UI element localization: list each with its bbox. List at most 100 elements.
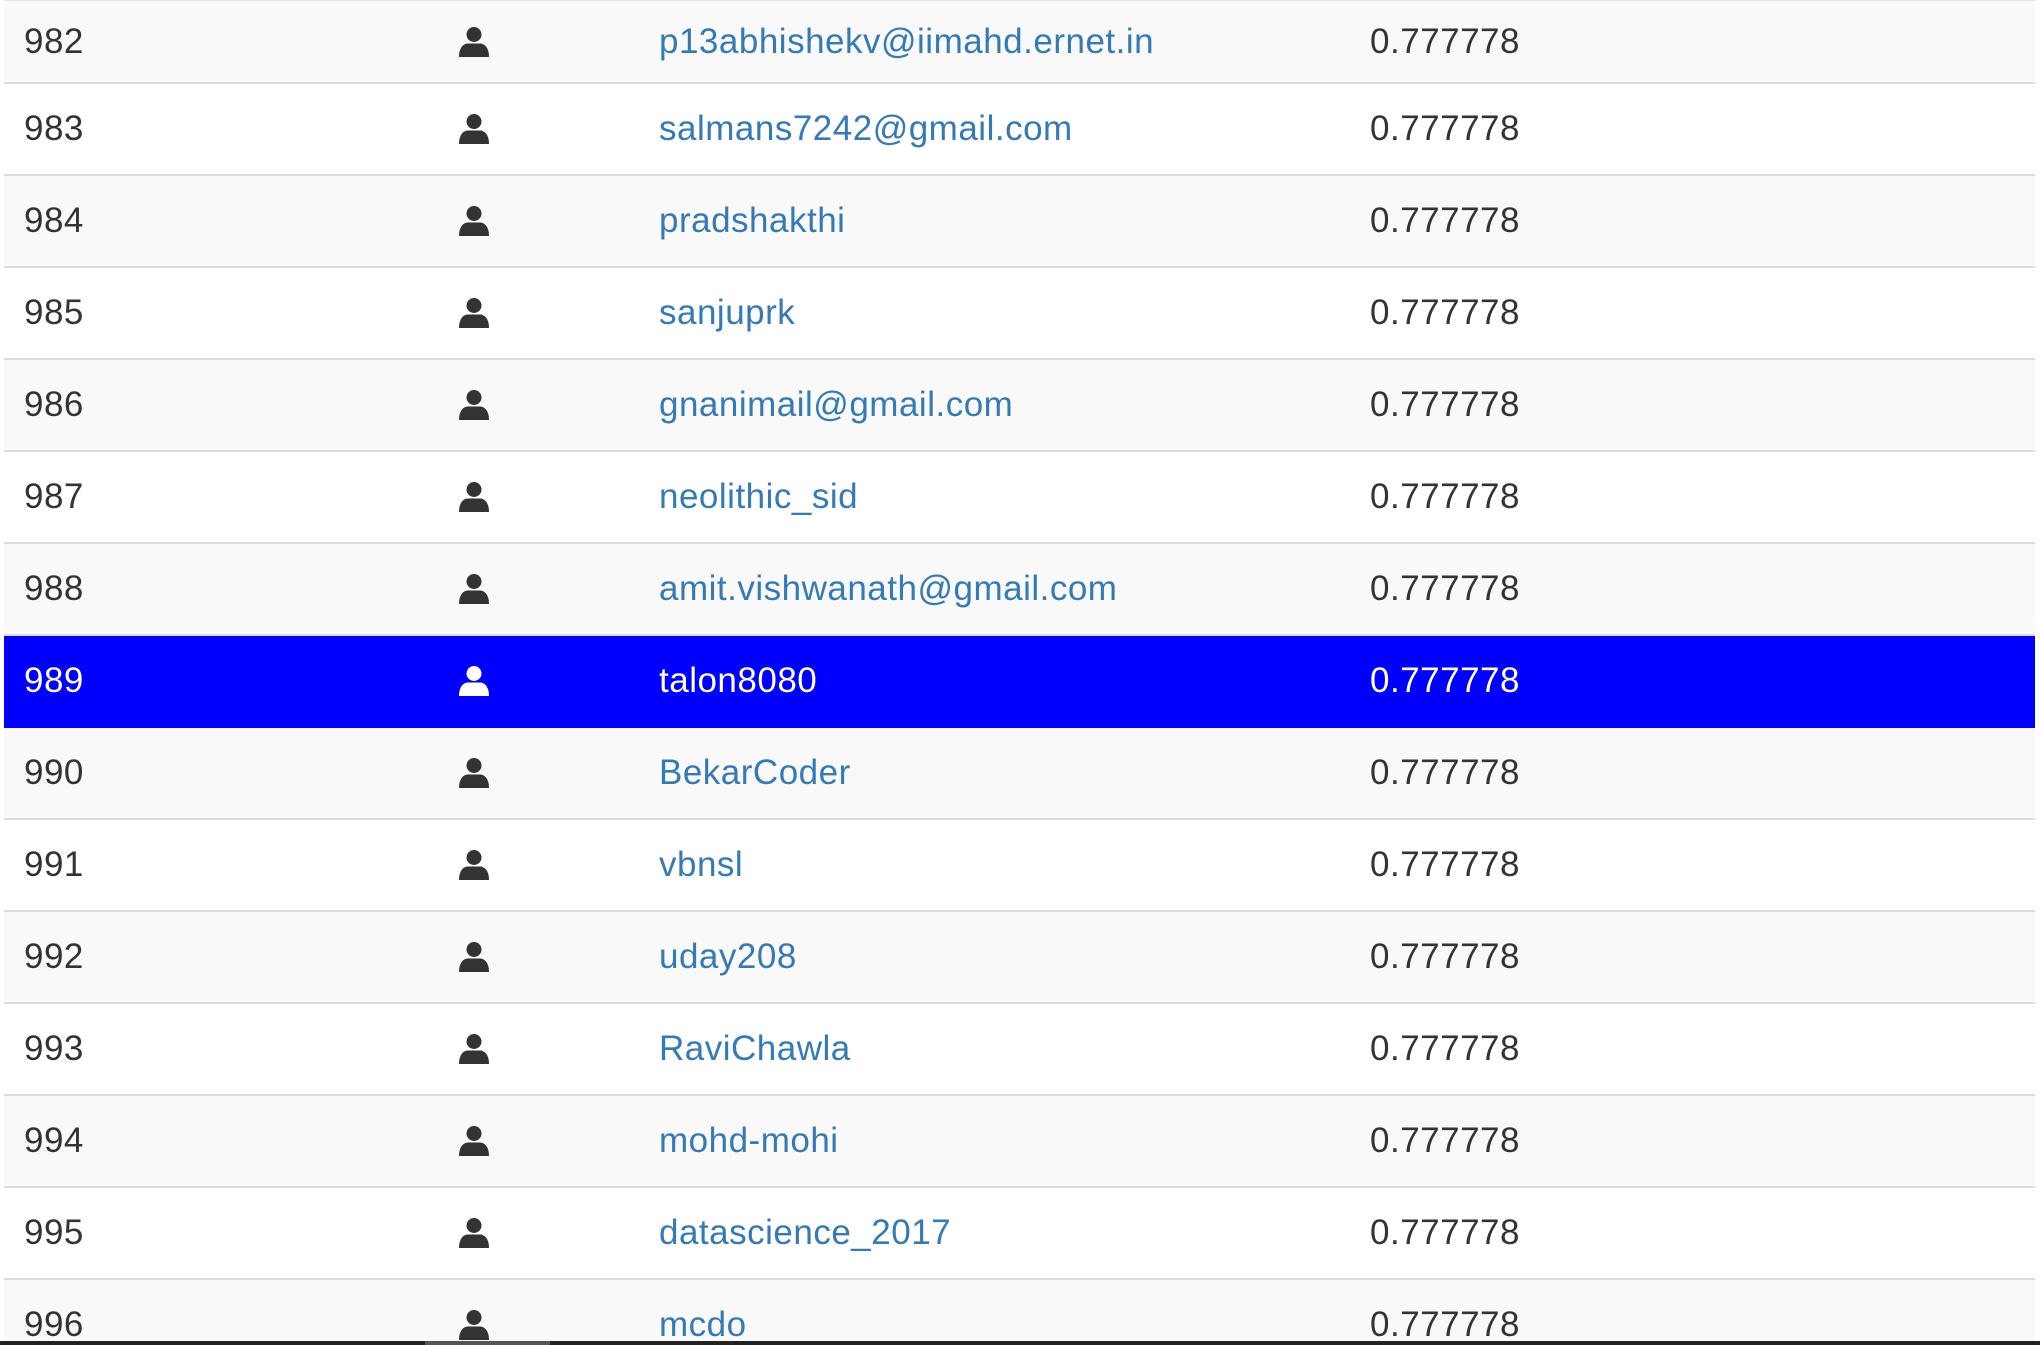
user-icon bbox=[459, 113, 489, 145]
icon-cell bbox=[459, 912, 489, 1002]
icon-cell bbox=[459, 1280, 489, 1345]
score-value: 0.777778 bbox=[1370, 1029, 1520, 1068]
name-cell: pradshakthi bbox=[659, 176, 845, 266]
rank-value: 984 bbox=[24, 201, 84, 240]
rank-cell: 985 bbox=[24, 268, 84, 358]
user-icon bbox=[459, 1033, 489, 1065]
rank-value: 995 bbox=[24, 1213, 84, 1252]
icon-cell bbox=[459, 84, 489, 174]
rank-cell: 983 bbox=[24, 84, 84, 174]
name-cell: BekarCoder bbox=[659, 728, 851, 818]
user-icon bbox=[459, 1217, 489, 1249]
score-cell: 0.777778 bbox=[1370, 360, 1520, 450]
bottom-edge bbox=[0, 1341, 2040, 1345]
table-row: 995 datascience_2017 0.777778 bbox=[4, 1188, 2035, 1280]
leaderboard-page: 982 p13abhishekv@iimahd.ernet.in 0.77777… bbox=[0, 0, 2040, 1345]
user-profile-link[interactable]: sanjuprk bbox=[659, 293, 795, 333]
user-profile-link[interactable]: BekarCoder bbox=[659, 753, 851, 793]
rank-value: 983 bbox=[24, 109, 84, 148]
user-profile-link[interactable]: neolithic_sid bbox=[659, 477, 858, 517]
table-row: 987 neolithic_sid 0.777778 bbox=[4, 452, 2035, 544]
rank-cell: 982 bbox=[24, 1, 84, 82]
score-cell: 0.777778 bbox=[1370, 176, 1520, 266]
rank-value: 992 bbox=[24, 937, 84, 976]
score-value: 0.777778 bbox=[1370, 385, 1520, 424]
rank-cell: 993 bbox=[24, 1004, 84, 1094]
rank-value: 986 bbox=[24, 385, 84, 424]
user-icon bbox=[459, 849, 489, 881]
score-value: 0.777778 bbox=[1370, 201, 1520, 240]
rank-value: 990 bbox=[24, 753, 84, 792]
score-cell: 0.777778 bbox=[1370, 636, 1520, 726]
name-cell: sanjuprk bbox=[659, 268, 795, 358]
icon-cell bbox=[459, 636, 489, 726]
rank-cell: 994 bbox=[24, 1096, 84, 1186]
score-cell: 0.777778 bbox=[1370, 84, 1520, 174]
icon-cell bbox=[459, 544, 489, 634]
user-profile-link[interactable]: uday208 bbox=[659, 937, 797, 977]
rank-cell: 989 bbox=[24, 636, 84, 726]
rank-value: 982 bbox=[24, 21, 84, 61]
leaderboard-table: 982 p13abhishekv@iimahd.ernet.in 0.77777… bbox=[4, 0, 2035, 1345]
name-cell: salmans7242@gmail.com bbox=[659, 84, 1073, 174]
score-cell: 0.777778 bbox=[1370, 544, 1520, 634]
user-profile-link[interactable]: datascience_2017 bbox=[659, 1213, 951, 1253]
user-profile-link[interactable]: salmans7242@gmail.com bbox=[659, 109, 1073, 149]
rank-value: 987 bbox=[24, 477, 84, 516]
user-profile-link[interactable]: mcdo bbox=[659, 1305, 747, 1345]
user-profile-link[interactable]: vbnsl bbox=[659, 845, 743, 885]
score-value: 0.777778 bbox=[1370, 937, 1520, 976]
table-row: 985 sanjuprk 0.777778 bbox=[4, 268, 2035, 360]
score-cell: 0.777778 bbox=[1370, 820, 1520, 910]
rank-cell: 992 bbox=[24, 912, 84, 1002]
name-cell: gnanimail@gmail.com bbox=[659, 360, 1013, 450]
score-value: 0.777778 bbox=[1370, 661, 1520, 700]
user-icon bbox=[459, 573, 489, 605]
table-row: 994 mohd-mohi 0.777778 bbox=[4, 1096, 2035, 1188]
icon-cell bbox=[459, 360, 489, 450]
name-cell: vbnsl bbox=[659, 820, 743, 910]
score-cell: 0.777778 bbox=[1370, 1096, 1520, 1186]
user-profile-link[interactable]: amit.vishwanath@gmail.com bbox=[659, 569, 1117, 609]
icon-cell bbox=[459, 728, 489, 818]
table-row: 983 salmans7242@gmail.com 0.777778 bbox=[4, 84, 2035, 176]
name-cell: p13abhishekv@iimahd.ernet.in bbox=[659, 1, 1154, 82]
icon-cell bbox=[459, 268, 489, 358]
rank-value: 988 bbox=[24, 569, 84, 608]
score-value: 0.777778 bbox=[1370, 1213, 1520, 1252]
table-row: 988 amit.vishwanath@gmail.com 0.777778 bbox=[4, 544, 2035, 636]
user-icon bbox=[459, 757, 489, 789]
table-row: 992 uday208 0.777778 bbox=[4, 912, 2035, 1004]
score-cell: 0.777778 bbox=[1370, 1004, 1520, 1094]
name-cell: talon8080 bbox=[659, 636, 817, 726]
icon-cell bbox=[459, 1, 489, 82]
user-profile-link[interactable]: RaviChawla bbox=[659, 1029, 851, 1069]
rank-cell: 987 bbox=[24, 452, 84, 542]
user-profile-link[interactable]: mohd-mohi bbox=[659, 1121, 839, 1161]
rank-cell: 996 bbox=[24, 1280, 84, 1345]
score-value: 0.777778 bbox=[1370, 845, 1520, 884]
rank-cell: 984 bbox=[24, 176, 84, 266]
rank-value: 996 bbox=[24, 1305, 84, 1344]
rank-value: 985 bbox=[24, 293, 84, 332]
name-cell: neolithic_sid bbox=[659, 452, 858, 542]
user-profile-link[interactable]: pradshakthi bbox=[659, 201, 845, 241]
user-profile-link[interactable]: gnanimail@gmail.com bbox=[659, 385, 1013, 425]
name-cell: datascience_2017 bbox=[659, 1188, 951, 1278]
score-cell: 0.777778 bbox=[1370, 1280, 1520, 1345]
score-value: 0.777778 bbox=[1370, 1121, 1520, 1160]
score-cell: 0.777778 bbox=[1370, 728, 1520, 818]
bottom-edge-segment bbox=[425, 1341, 550, 1345]
rank-value: 994 bbox=[24, 1121, 84, 1160]
user-profile-link[interactable]: talon8080 bbox=[659, 661, 817, 701]
rank-cell: 986 bbox=[24, 360, 84, 450]
score-cell: 0.777778 bbox=[1370, 1188, 1520, 1278]
name-cell: uday208 bbox=[659, 912, 797, 1002]
user-profile-link[interactable]: p13abhishekv@iimahd.ernet.in bbox=[659, 22, 1154, 62]
table-row-current-user: 989 talon8080 0.777778 bbox=[4, 636, 2035, 728]
icon-cell bbox=[459, 1004, 489, 1094]
user-icon bbox=[459, 389, 489, 421]
score-value: 0.777778 bbox=[1370, 293, 1520, 332]
rank-cell: 995 bbox=[24, 1188, 84, 1278]
user-icon bbox=[459, 481, 489, 513]
